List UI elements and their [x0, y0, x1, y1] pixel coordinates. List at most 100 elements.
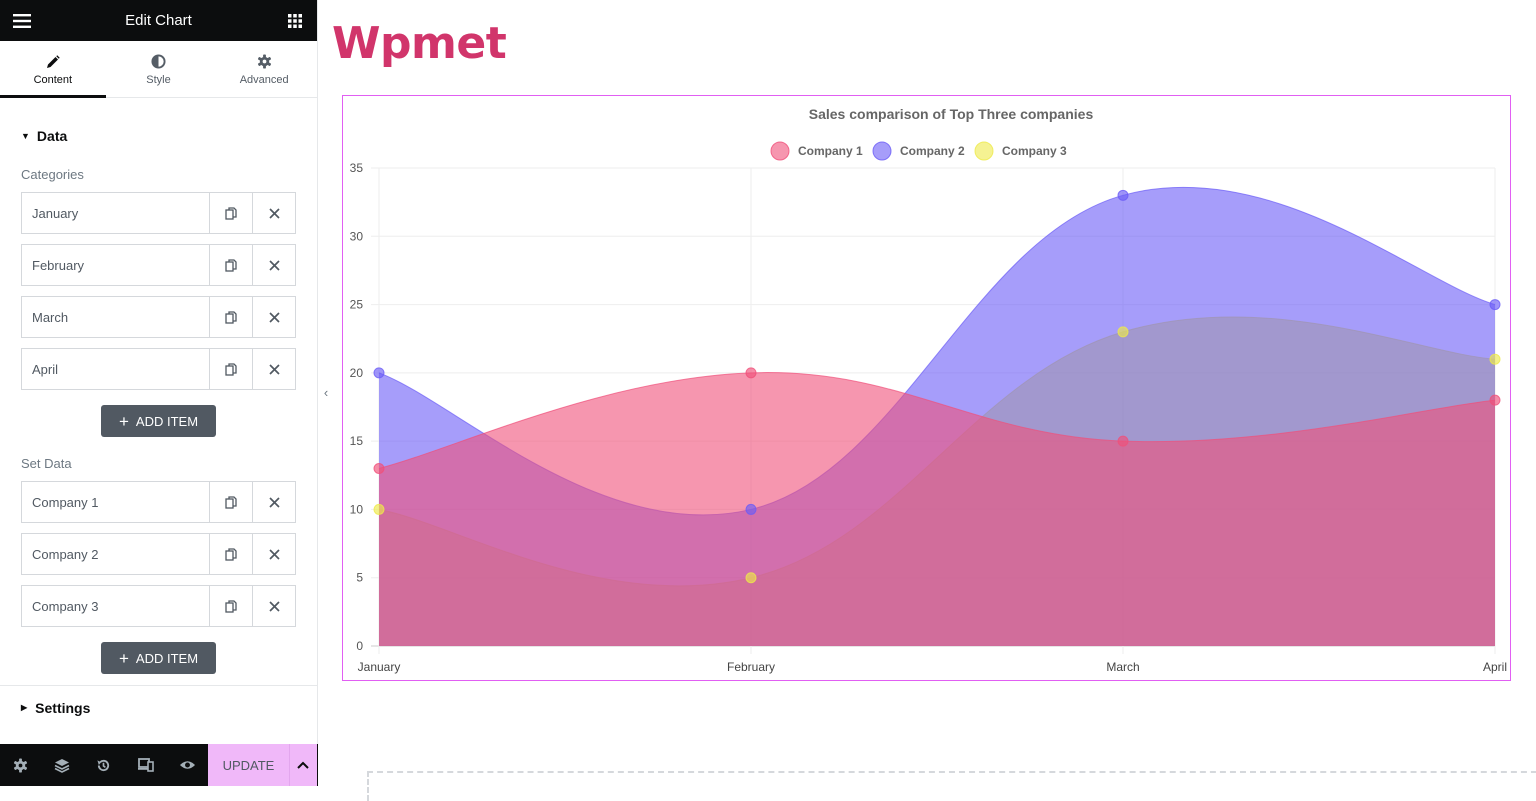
tab-content[interactable]: Content — [0, 41, 106, 98]
remove-icon[interactable] — [252, 193, 295, 233]
settings-gear-icon[interactable] — [0, 744, 42, 786]
collapse-panel-button[interactable]: ‹ — [318, 366, 334, 418]
data-section-toggle[interactable]: ▼ Data — [0, 110, 317, 162]
y-tick-label: 0 — [356, 639, 363, 653]
widgets-grid-icon[interactable] — [285, 11, 305, 31]
categories-repeater: January February March April — [0, 192, 317, 390]
x-tick-label: February — [727, 660, 775, 674]
dataset-item[interactable]: Company 3 — [21, 585, 296, 627]
hamburger-menu-icon[interactable] — [12, 11, 32, 31]
duplicate-icon[interactable] — [209, 586, 252, 626]
gear-icon — [257, 53, 272, 71]
x-tick-label: January — [358, 660, 401, 674]
remove-icon[interactable] — [252, 482, 295, 522]
y-tick-label: 25 — [350, 298, 364, 312]
remove-icon[interactable] — [252, 349, 295, 389]
dataset-item[interactable]: Company 1 — [21, 481, 296, 523]
legend-label: Company 1 — [798, 144, 863, 158]
x-tick-label: April — [1483, 660, 1507, 674]
tab-style[interactable]: Style — [106, 41, 212, 97]
category-item[interactable]: March — [21, 296, 296, 338]
half-circle-icon — [151, 53, 166, 71]
add-dataset-label: ADD ITEM — [135, 650, 199, 666]
chart-svg: Sales comparison of Top Three companies C… — [350, 106, 1507, 674]
history-icon[interactable] — [83, 744, 125, 786]
responsive-icon[interactable] — [125, 744, 167, 786]
data-point — [1117, 326, 1129, 338]
editor-panel: Edit Chart Content Style Advanced ▼ Data — [0, 0, 318, 786]
caret-down-icon: ▼ — [21, 131, 30, 141]
dataset-item-title[interactable]: Company 1 — [22, 482, 209, 522]
category-item-title[interactable]: April — [22, 349, 209, 389]
layers-icon[interactable] — [42, 744, 84, 786]
remove-icon[interactable] — [252, 297, 295, 337]
set-data-label: Set Data — [21, 455, 72, 471]
data-point — [1117, 435, 1129, 447]
duplicate-icon[interactable] — [209, 534, 252, 574]
legend-swatch — [974, 141, 994, 161]
add-section-dropzone[interactable] — [367, 771, 1536, 801]
duplicate-icon[interactable] — [209, 297, 252, 337]
editor-footer: UPDATE — [0, 744, 318, 786]
dataset-item[interactable]: Company 2 — [21, 533, 296, 575]
categories-label: Categories — [21, 166, 84, 182]
y-tick-label: 10 — [350, 502, 364, 516]
preview-eye-icon[interactable] — [166, 744, 208, 786]
category-item-title[interactable]: March — [22, 297, 209, 337]
y-tick-label: 35 — [350, 161, 364, 175]
page-heading: Wpmet — [332, 18, 507, 69]
remove-icon[interactable] — [252, 586, 295, 626]
chart-title: Sales comparison of Top Three companies — [809, 106, 1094, 122]
y-tick-label: 30 — [350, 229, 364, 243]
legend-label: Company 3 — [1002, 144, 1067, 158]
editor-title: Edit Chart — [125, 12, 192, 29]
category-item-title[interactable]: January — [22, 193, 209, 233]
editor-topbar: Edit Chart — [0, 0, 317, 41]
data-point — [373, 367, 385, 379]
caret-right-icon: ▶ — [21, 703, 28, 712]
data-point — [373, 503, 385, 515]
data-point — [1489, 299, 1501, 311]
plus-icon: + — [118, 648, 129, 668]
tab-content-label: Content — [33, 73, 73, 86]
duplicate-icon[interactable] — [209, 245, 252, 285]
legend-swatch — [872, 141, 892, 161]
legend-label: Company 2 — [900, 144, 965, 158]
data-point — [1489, 353, 1501, 365]
dataset-item-title[interactable]: Company 2 — [22, 534, 209, 574]
x-tick-label: March — [1106, 660, 1139, 674]
category-item[interactable]: February — [21, 244, 296, 286]
settings-section-toggle[interactable]: ▶ Settings — [0, 685, 317, 729]
chevron-up-icon[interactable] — [288, 744, 317, 786]
remove-icon[interactable] — [252, 534, 295, 574]
duplicate-icon[interactable] — [209, 193, 252, 233]
data-point — [745, 367, 757, 379]
data-point — [373, 462, 385, 474]
add-category-label: ADD ITEM — [135, 413, 199, 429]
duplicate-icon[interactable] — [209, 349, 252, 389]
dataset-item-title[interactable]: Company 3 — [22, 586, 209, 626]
y-tick-label: 20 — [350, 366, 364, 380]
settings-section-title: Settings — [35, 699, 91, 716]
category-item[interactable]: January — [21, 192, 296, 234]
legend-swatch — [770, 141, 790, 161]
category-item-title[interactable]: February — [22, 245, 209, 285]
plus-icon: + — [118, 411, 129, 431]
data-point — [1117, 189, 1129, 201]
tab-style-label: Style — [146, 73, 171, 86]
tab-advanced[interactable]: Advanced — [211, 41, 317, 97]
remove-icon[interactable] — [252, 245, 295, 285]
data-point — [1489, 394, 1501, 406]
add-category-button[interactable]: + ADD ITEM — [101, 405, 216, 437]
data-point — [745, 503, 757, 515]
duplicate-icon[interactable] — [209, 482, 252, 522]
update-button[interactable]: UPDATE — [207, 744, 289, 786]
editor-tabs: Content Style Advanced — [0, 41, 317, 98]
category-item[interactable]: April — [21, 348, 296, 390]
chevron-left-icon: ‹ — [323, 384, 329, 400]
chart-widget[interactable]: Sales comparison of Top Three companies C… — [342, 95, 1511, 681]
add-dataset-button[interactable]: + ADD ITEM — [101, 642, 216, 674]
datasets-repeater: Company 1 Company 2 Company 3 — [0, 481, 317, 627]
y-tick-label: 5 — [356, 571, 363, 585]
data-point — [745, 572, 757, 584]
